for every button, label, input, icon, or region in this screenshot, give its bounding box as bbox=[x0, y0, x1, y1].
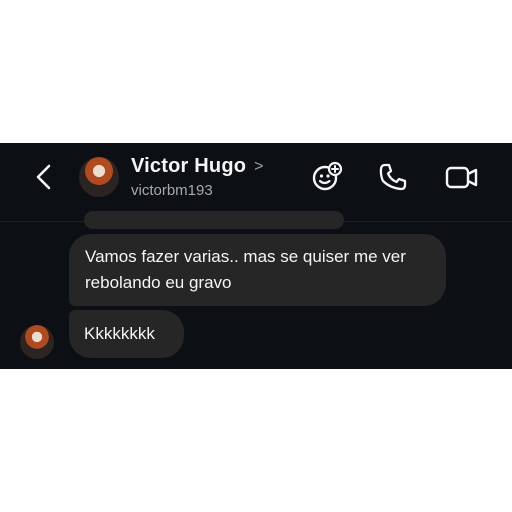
phone-icon bbox=[379, 163, 407, 191]
contact-name-row[interactable]: Victor Hugo > bbox=[131, 155, 264, 178]
message-bubble[interactable]: Vamos fazer varias.. mas se quiser me ve… bbox=[69, 234, 446, 306]
chat-screen: Victor Hugo > victorbm193 Vamos fazer va… bbox=[0, 143, 512, 369]
effects-button[interactable] bbox=[311, 161, 343, 193]
smiley-sparkle-icon bbox=[312, 161, 343, 191]
message-text: Vamos fazer varias.. mas se quiser me ve… bbox=[85, 247, 406, 292]
chevron-left-icon bbox=[36, 164, 51, 190]
chat-header: Victor Hugo > victorbm193 bbox=[0, 143, 512, 221]
sender-avatar[interactable] bbox=[20, 325, 54, 359]
chevron-right-icon: > bbox=[254, 157, 264, 175]
message-bubble[interactable]: Kkkkkkkk bbox=[69, 310, 184, 358]
call-button[interactable] bbox=[377, 161, 409, 193]
video-call-button[interactable] bbox=[445, 161, 478, 193]
message-text: Kkkkkkkk bbox=[84, 324, 155, 343]
contact-name: Victor Hugo bbox=[131, 155, 247, 177]
video-camera-icon bbox=[445, 166, 478, 189]
contact-username: victorbm193 bbox=[131, 182, 213, 199]
back-button[interactable] bbox=[32, 163, 56, 191]
contact-avatar[interactable] bbox=[79, 157, 119, 197]
previous-message-bubble[interactable] bbox=[84, 211, 344, 229]
